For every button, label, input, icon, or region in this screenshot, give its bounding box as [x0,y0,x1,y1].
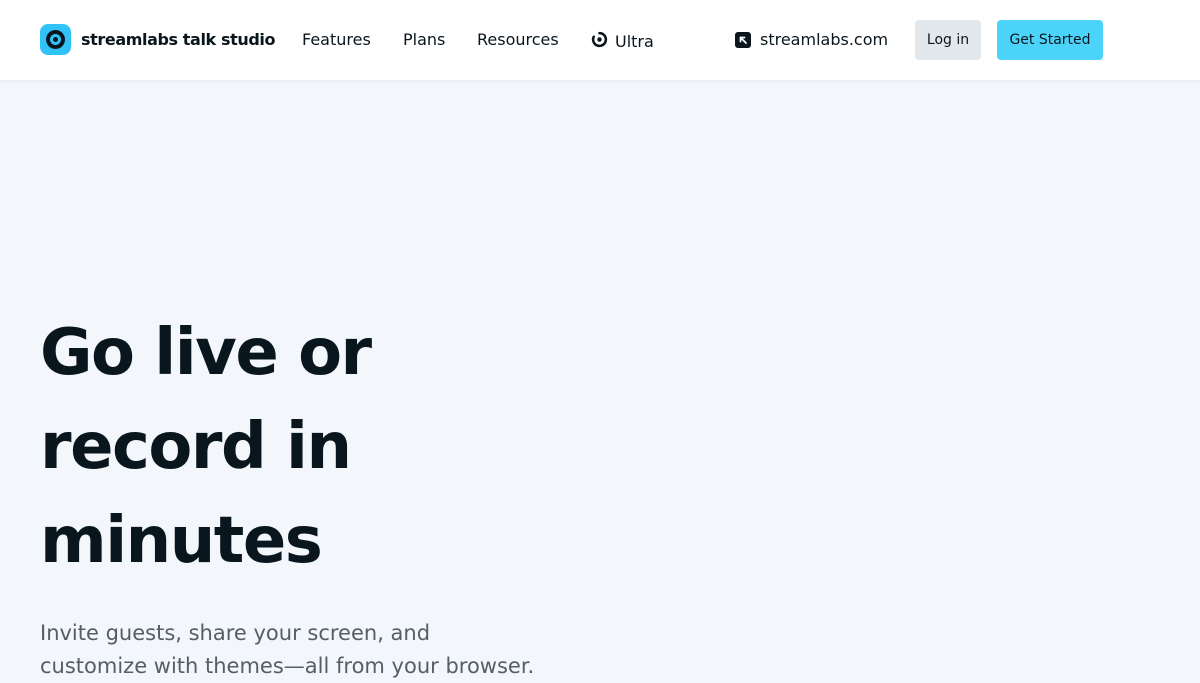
nav-features-link[interactable]: Features [302,30,371,49]
top-navigation-bar: streamlabs talk studio Features Plans Re… [0,0,1200,80]
nav-ultra-link[interactable]: Ultra [591,31,654,52]
hero-title: Go live or record in minutes [40,306,560,588]
hero-subtitle-line: customize with themes—all from your brow… [40,654,535,678]
streamlabs-logo-icon [40,24,71,55]
streamlabs-site-link[interactable]: streamlabs.com [735,30,888,49]
hero-title-line: minutes [40,504,323,578]
site-link-label: streamlabs.com [760,30,889,49]
get-started-button[interactable]: Get Started [997,20,1103,60]
nav-resources-link[interactable]: Resources [477,30,559,49]
login-button[interactable]: Log in [915,20,981,60]
hero-subtitle: Invite guests, share your screen, and cu… [40,617,580,683]
brand-logo-link[interactable]: streamlabs talk studio [40,24,275,55]
hero-subtitle-line: Invite guests, share your screen, and [40,621,431,645]
hero-title-line: record in [40,410,352,484]
brand-name: streamlabs talk studio [81,30,276,49]
ultra-icon [591,31,608,52]
hero-title-line: Go live or [40,316,372,390]
nav-ultra-label: Ultra [615,32,654,51]
external-link-icon [735,31,751,48]
nav-plans-link[interactable]: Plans [403,30,445,49]
